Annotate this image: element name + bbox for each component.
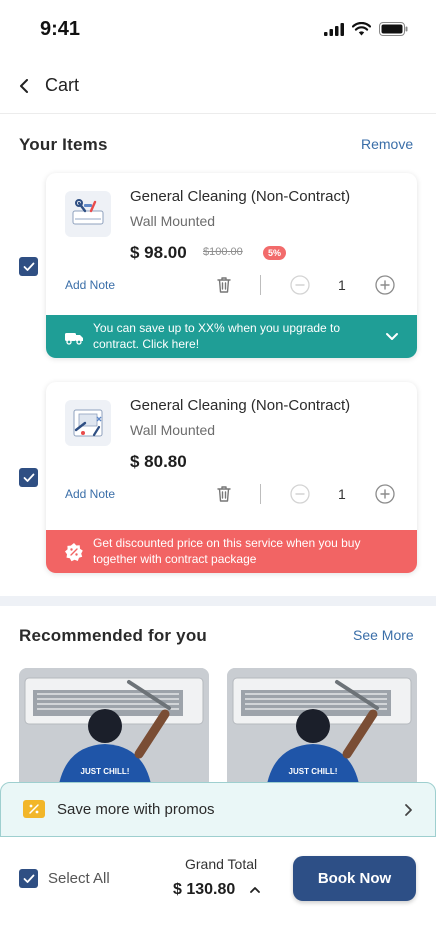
check-icon <box>23 262 34 271</box>
item-title: General Cleaning (Non-Contract) <box>130 188 351 205</box>
banner-text: You can save up to XX% when you upgrade … <box>93 321 341 351</box>
discount-badge-icon <box>65 543 83 562</box>
trash-icon[interactable] <box>216 485 232 503</box>
service-thumbnail <box>65 400 111 446</box>
cart-item-card: General Cleaning (Non-Contract) Wall Mou… <box>46 173 417 358</box>
see-more-link[interactable]: See More <box>353 627 414 643</box>
signal-icon <box>324 22 344 36</box>
chevron-up-icon[interactable] <box>249 884 261 896</box>
minus-icon[interactable] <box>290 275 310 295</box>
quantity-value: 1 <box>338 277 346 293</box>
section-separator <box>0 596 436 606</box>
service-thumbnail <box>65 191 111 237</box>
your-items-title: Your Items <box>19 135 108 154</box>
aircon-technician-image: JUST CHILL! <box>19 668 209 798</box>
banner-text: Get discounted price on this service whe… <box>93 536 361 566</box>
recommended-card-image[interactable]: JUST CHILL! <box>19 668 209 798</box>
promo-label: Save more with promos <box>57 801 215 818</box>
remove-link[interactable]: Remove <box>361 136 413 152</box>
item-original-price: $100.00 <box>203 246 243 258</box>
wifi-icon <box>352 22 371 36</box>
discount-banner[interactable]: Get discounted price on this service whe… <box>46 530 417 573</box>
upgrade-banner[interactable]: You can save up to XX% when you upgrade … <box>46 315 417 358</box>
add-note-link[interactable]: Add Note <box>65 278 115 292</box>
nav-bar: Cart <box>0 60 436 114</box>
page-title: Cart <box>45 75 80 95</box>
quantity-value: 1 <box>338 486 346 502</box>
aircon-cleaning-icon <box>73 409 103 437</box>
shirt-text: JUST CHILL! <box>81 767 130 776</box>
add-note-link[interactable]: Add Note <box>65 487 115 501</box>
grand-total-label: Grand Total <box>185 856 258 872</box>
checkout-footer: Select All Grand Total $ 130.80 Book Now <box>0 837 436 942</box>
book-now-button[interactable]: Book Now <box>293 856 416 901</box>
chevron-right-icon <box>405 804 412 816</box>
aircon-technician-image: JUST CHILL! <box>227 668 417 798</box>
back-button[interactable] <box>14 74 34 98</box>
shirt-text: JUST CHILL! <box>289 767 338 776</box>
plus-icon[interactable] <box>375 275 395 295</box>
divider <box>260 275 261 295</box>
grand-total-value: $ 130.80 <box>173 881 236 898</box>
status-time: 9:41 <box>40 18 81 40</box>
item-subtitle: Wall Mounted <box>130 213 216 229</box>
promo-ticket-icon <box>23 800 45 818</box>
recommended-card-image[interactable]: JUST CHILL! <box>227 668 417 798</box>
item-checkbox[interactable] <box>19 468 38 487</box>
trash-icon[interactable] <box>216 276 232 294</box>
select-all-label: Select All <box>48 870 110 887</box>
chevron-left-icon <box>20 79 28 93</box>
item-price: $ 98.00 <box>130 243 187 262</box>
check-icon <box>23 473 34 482</box>
plus-icon[interactable] <box>375 484 395 504</box>
battery-icon <box>379 22 408 36</box>
truck-icon <box>65 333 83 345</box>
promo-bar[interactable]: Save more with promos <box>0 782 436 837</box>
divider <box>260 484 261 504</box>
status-icons <box>324 22 408 36</box>
aircon-tools-icon <box>72 199 104 225</box>
status-bar: 9:41 <box>0 0 436 58</box>
item-title: General Cleaning (Non-Contract) <box>130 397 351 414</box>
select-all-checkbox[interactable] <box>19 869 38 888</box>
item-price: $ 80.80 <box>130 452 187 471</box>
minus-icon[interactable] <box>290 484 310 504</box>
cart-item-card: General Cleaning (Non-Contract) Wall Mou… <box>46 382 417 573</box>
discount-badge: 5% <box>263 246 287 260</box>
recommended-title: Recommended for you <box>19 626 207 645</box>
item-subtitle: Wall Mounted <box>130 422 216 438</box>
check-icon <box>23 874 34 883</box>
item-checkbox[interactable] <box>19 257 38 276</box>
chevron-down-icon <box>386 333 398 340</box>
